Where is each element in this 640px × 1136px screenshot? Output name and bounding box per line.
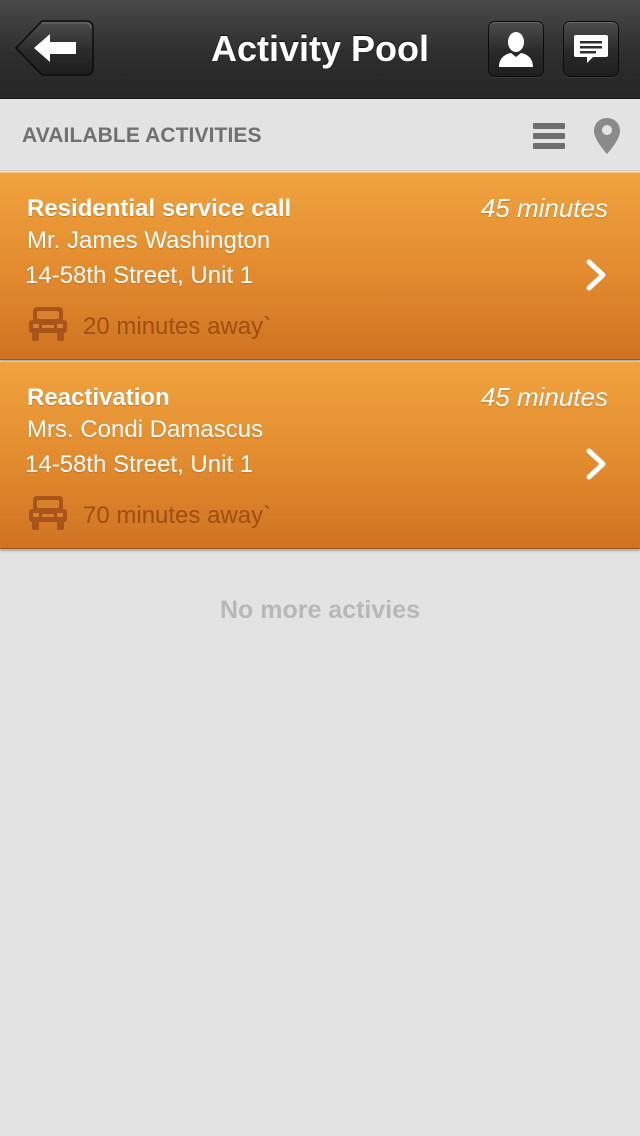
chevron-right-icon (586, 448, 606, 480)
empty-list-message: No more activies (219, 596, 421, 624)
car-icon (29, 307, 67, 341)
car-icon (29, 496, 67, 530)
chat-bubble-icon (574, 35, 608, 63)
activity-type: Residential service call (27, 195, 292, 222)
person-icon (499, 32, 533, 67)
navigation-bar: Activity Pool (0, 0, 640, 99)
activity-duration: 45 minutes (480, 382, 608, 412)
activity-card[interactable]: Residential service call 45 minutes Mr. … (0, 172, 640, 360)
page-title: Activity Pool (210, 28, 430, 69)
travel-time: 70 minutes away` (83, 502, 272, 529)
activity-duration: 45 minutes (480, 193, 608, 223)
back-arrow-icon (14, 20, 94, 76)
list-view-icon (533, 123, 565, 149)
chevron-right-icon (586, 259, 606, 291)
customer-address: 14-58th Street, Unit 1 (25, 262, 254, 289)
activity-type: Reactivation (27, 384, 170, 411)
customer-name: Mr. James Washington (27, 227, 271, 254)
back-button[interactable] (14, 20, 94, 76)
map-pin-icon (594, 118, 620, 154)
customer-address: 14-58th Street, Unit 1 (25, 451, 254, 478)
customer-name: Mrs. Condi Damascus (27, 416, 264, 443)
profile-button[interactable] (488, 21, 544, 77)
section-header: AVAILABLE ACTIVITIES (0, 100, 640, 171)
messages-button[interactable] (563, 21, 619, 77)
list-view-button[interactable] (533, 122, 565, 150)
map-view-button[interactable] (592, 117, 622, 155)
activity-card[interactable]: Reactivation 45 minutes Mrs. Condi Damas… (0, 361, 640, 549)
section-title: AVAILABLE ACTIVITIES (22, 124, 262, 147)
travel-time: 20 minutes away` (83, 313, 272, 340)
